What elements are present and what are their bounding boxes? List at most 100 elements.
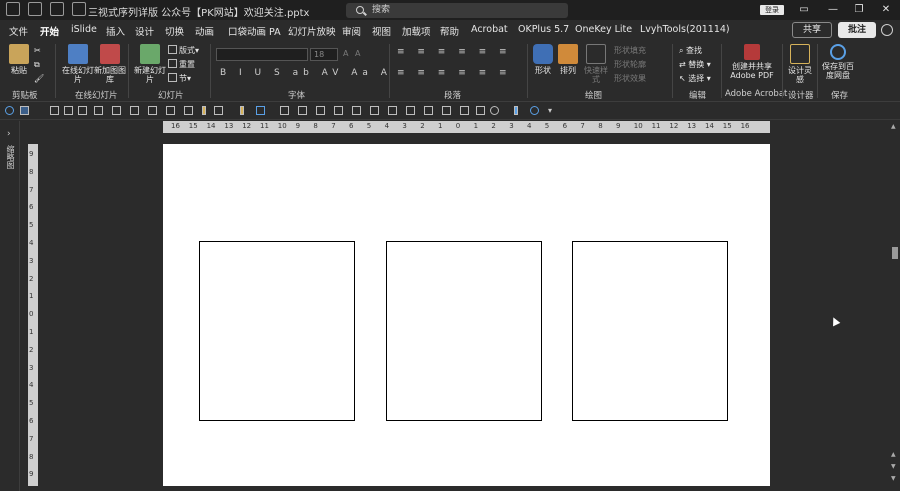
flip-icon[interactable]: [298, 106, 307, 115]
sphere-icon[interactable]: [490, 106, 499, 115]
font-format-row[interactable]: B I U S ab AV Aa A: [220, 68, 392, 78]
paragraph-list-row[interactable]: ≡ ≡ ≡ ≡ ≡ ≡: [397, 47, 512, 57]
close-button[interactable]: ✕: [879, 3, 893, 17]
scroll-up-icon[interactable]: ▲: [891, 123, 896, 130]
align-center-icon[interactable]: [64, 106, 73, 115]
shrink-font-icon[interactable]: A: [355, 49, 360, 58]
new-gallery-button[interactable]: 新加图图库: [94, 44, 126, 84]
tab-islide[interactable]: iSlide: [71, 24, 97, 35]
shapes-button[interactable]: 形状: [532, 44, 554, 75]
align-left-icon[interactable]: [50, 106, 59, 115]
tab-help[interactable]: 帮助: [440, 24, 459, 38]
rectangle-shape[interactable]: [199, 241, 355, 421]
shape-select-icon[interactable]: [20, 106, 29, 115]
slide[interactable]: [163, 144, 770, 486]
expand-pane-icon[interactable]: ›: [7, 129, 11, 139]
blue-marker-icon[interactable]: [514, 106, 518, 115]
align-top-icon[interactable]: [94, 106, 103, 115]
tab-transitions[interactable]: 切换: [165, 24, 184, 38]
font-name-select[interactable]: [216, 48, 308, 61]
shape-effects-button[interactable]: 形状效果: [614, 73, 646, 84]
globe-icon[interactable]: [530, 106, 539, 115]
trim-icon[interactable]: [476, 106, 485, 115]
tab-onekey[interactable]: OneKey Lite: [575, 24, 632, 35]
align-middle-icon[interactable]: [112, 106, 121, 115]
tab-view[interactable]: 视图: [372, 24, 391, 38]
find-button[interactable]: ⌕ 查找: [679, 45, 702, 56]
select-button[interactable]: ↖ 选择 ▾: [679, 73, 711, 84]
tab-animations[interactable]: 动画: [195, 24, 214, 38]
bring-forward-icon[interactable]: [388, 106, 397, 115]
undo-icon[interactable]: [28, 2, 42, 16]
shape-fill-button[interactable]: 形状填充: [614, 45, 646, 56]
share-button[interactable]: 共享: [792, 22, 832, 38]
shape-outline-button[interactable]: 形状轮廓: [614, 59, 646, 70]
textbox-icon[interactable]: [256, 106, 265, 115]
present-icon[interactable]: [72, 2, 86, 16]
tab-file[interactable]: 文件: [9, 24, 28, 38]
tab-home[interactable]: 开始: [40, 24, 60, 42]
tab-addins[interactable]: 加载项: [402, 24, 431, 38]
more-icon[interactable]: ▾: [548, 106, 557, 115]
section-button[interactable]: 节▾: [168, 73, 191, 84]
eyedropper-icon[interactable]: [334, 106, 343, 115]
tab-slideshow[interactable]: 幻灯片放映: [288, 24, 336, 38]
align-right-icon[interactable]: [78, 106, 87, 115]
design-ideas-button[interactable]: 设计灵感: [787, 44, 813, 84]
save-to-cloud-button[interactable]: 保存到百度网盘: [821, 44, 855, 80]
search-box[interactable]: 搜索: [346, 3, 568, 18]
color-marker-icon[interactable]: [202, 106, 206, 115]
distribute-h-icon[interactable]: [148, 106, 157, 115]
crop-icon[interactable]: [214, 106, 223, 115]
rectangle-shape[interactable]: [572, 241, 728, 421]
scroll-thumb[interactable]: [892, 247, 898, 259]
copy-icon[interactable]: ⧉: [34, 60, 40, 70]
shape-outline-icon[interactable]: [442, 106, 451, 115]
redo-icon[interactable]: [50, 2, 64, 16]
paste-button[interactable]: 粘贴: [6, 44, 32, 75]
layout-button[interactable]: 版式▾: [168, 45, 199, 56]
new-slide-button[interactable]: 新建幻灯片: [134, 44, 166, 84]
scroll-down-icon[interactable]: ▼: [891, 463, 896, 470]
tab-pocket-animation[interactable]: 口袋动画 PA: [228, 24, 281, 38]
group-icon[interactable]: [184, 106, 193, 115]
gear-icon[interactable]: [5, 106, 14, 115]
distribute-v-icon[interactable]: [166, 106, 175, 115]
grow-font-icon[interactable]: A: [343, 49, 348, 58]
cut-icon[interactable]: ✂: [34, 46, 41, 55]
rotate-icon[interactable]: [280, 106, 289, 115]
quick-styles-button[interactable]: 快速样式: [582, 44, 610, 84]
arrange-button[interactable]: 排列: [557, 44, 579, 75]
create-pdf-button[interactable]: 创建并共享 Adobe PDF: [728, 44, 776, 80]
replace-button[interactable]: ⇄ 替换 ▾: [679, 59, 711, 70]
minimize-button[interactable]: —: [826, 3, 840, 17]
vertical-scrollbar[interactable]: ▲ ▲ ▼ ▼: [890, 121, 900, 491]
page-up-icon[interactable]: ▲: [891, 451, 896, 458]
ribbon-display-icon[interactable]: ▭: [797, 3, 811, 17]
send-backward-icon[interactable]: [406, 106, 415, 115]
tab-design[interactable]: 设计: [135, 24, 154, 38]
shadow-icon[interactable]: [460, 106, 469, 115]
pen-icon[interactable]: [352, 106, 361, 115]
tab-acrobat[interactable]: Acrobat: [471, 24, 508, 35]
paragraph-align-row[interactable]: ≡ ≡ ≡ ≡ ≡ ≡: [397, 68, 512, 78]
restore-button[interactable]: ❐: [852, 3, 866, 17]
page-down-icon[interactable]: ▼: [891, 475, 896, 482]
tab-okplus[interactable]: OKPlus 5.7: [518, 24, 569, 35]
reset-button[interactable]: 重置: [168, 59, 195, 70]
align-bottom-icon[interactable]: [130, 106, 139, 115]
tab-lvyhtools[interactable]: LvyhTools(201114): [640, 24, 730, 35]
comments-button[interactable]: 批注: [838, 22, 876, 38]
format-painter-icon[interactable]: 🖌: [34, 74, 44, 83]
font-size-select[interactable]: 18: [310, 48, 338, 61]
save-icon[interactable]: [6, 2, 20, 16]
text-effect-icon[interactable]: [316, 106, 325, 115]
feedback-icon[interactable]: [881, 24, 893, 36]
rectangle-shape[interactable]: [386, 241, 542, 421]
tab-insert[interactable]: 插入: [106, 24, 125, 38]
online-slides-button[interactable]: 在线幻灯片: [62, 44, 94, 84]
merge-shapes-icon[interactable]: [424, 106, 433, 115]
brush-icon[interactable]: [370, 106, 379, 115]
signin-button[interactable]: 登录: [760, 5, 784, 15]
fill-color-icon[interactable]: [240, 106, 244, 115]
